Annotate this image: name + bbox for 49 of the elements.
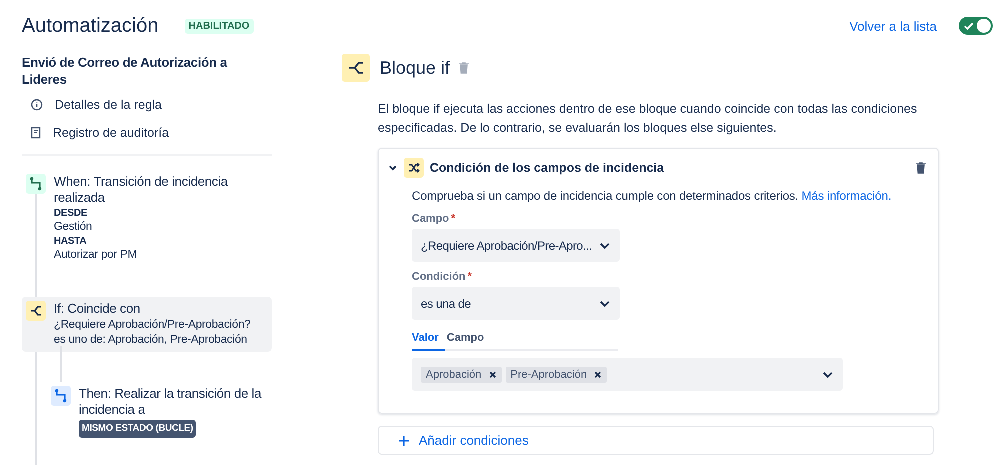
back-link[interactable]: Volver a la lista [850,18,937,34]
branch-icon [26,301,46,321]
page-title: Automatización [22,14,159,38]
info-icon [31,99,43,111]
value-tag: Pre-Aprobación [506,366,608,382]
multi-select-field[interactable]: Aprobación Pre-Aprobación [412,358,843,391]
chevron-icon[interactable] [388,163,398,173]
required-asterisk: * [468,271,472,283]
step-title: If: Coincide con [54,301,142,317]
panel-title: Bloque if [380,58,450,78]
condition-title: Condición de los campos de incidencia [430,161,666,175]
more-info-link[interactable]: Más información. [802,189,892,203]
sidebar-item[interactable]: Detalles de la regla [22,91,272,119]
step-label: HASTA [54,235,88,248]
value-tag: Aprobación [421,366,502,382]
trash-icon[interactable] [916,162,926,174]
required-asterisk: * [451,213,456,225]
step-title: When: Transición de incidencia realizada [54,174,230,206]
tab[interactable]: Valor [412,332,445,351]
status-lozenge: MISMO ESTADO (BUCLE) [79,420,196,438]
rule-step[interactable]: When: Transición de incidencia realizada DESDE Gestión HASTA Autorizar por PM [22,170,272,267]
step-label: DESDE [54,207,88,220]
field-label: Condición * [412,271,474,283]
select-field[interactable]: ¿Requiere Aprobación/Pre-Apro... [412,229,620,262]
sidebar-item[interactable]: Registro de auditoría [22,119,272,147]
shuffle-icon [404,158,424,178]
select-field[interactable]: es una de [412,287,620,320]
tab[interactable]: Campo [446,332,490,351]
step-detail: ¿Requiere Aprobación/Pre-Aprobación? [54,318,251,333]
field-label: Campo * [412,213,457,225]
transition-icon [51,386,71,406]
transition-icon [26,174,46,194]
enabled-toggle[interactable] [959,17,993,35]
remove-icon[interactable] [594,370,602,378]
condition-description: Comprueba si un campo de incidencia cumple con determinados criterios. Más información. [412,189,893,203]
panel-description: El bloque if ejecuta las acciones dentro de ese bloque cuando coincide con todas las condiciones especificadas. De lo contrario, se evaluarán los bloques else siguientes. [378,101,918,137]
rule-step[interactable]: If: Coincide con ¿Requiere Aprobación/Pre-Aprobación? es uno de: Aprobación, Pre-Aprobación [22,297,272,352]
rule-name: Envió de Correo de Autorización a Lideres [22,54,228,88]
step-detail: Gestión [54,220,94,235]
check-icon [963,20,975,32]
branch-icon [342,54,370,82]
remove-icon[interactable] [488,370,497,378]
step-detail: Autorizar por PM [54,248,138,263]
step-title: Then: Realizar la transición de la incidencia a [79,386,263,418]
status-lozenge: HABILITADO [184,18,254,34]
add-conditions-button[interactable]: Añadir condiciones [378,426,934,455]
document-icon [31,127,41,139]
plus-icon [399,436,409,446]
step-detail: es uno de: Aprobación, Pre-Aprobación [54,333,248,348]
